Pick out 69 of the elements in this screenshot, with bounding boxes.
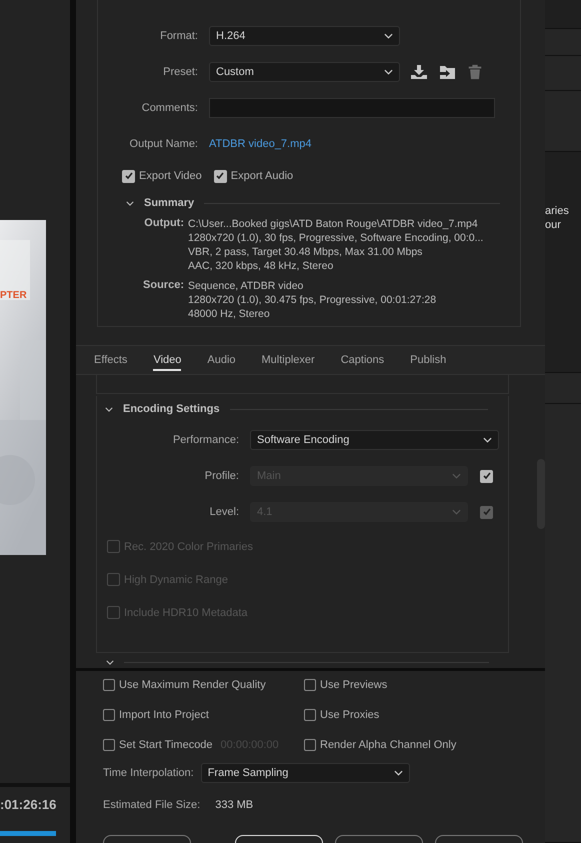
output-name-link[interactable]: ATDBR video_7.mp4 bbox=[209, 138, 312, 150]
tab[interactable]: Multiplexer bbox=[262, 350, 315, 370]
section-title: Encoding Settings bbox=[123, 403, 220, 415]
preset-dropdown[interactable]: Custom bbox=[209, 62, 400, 82]
checkbox[interactable] bbox=[214, 170, 227, 182]
panel-text: our bbox=[545, 218, 562, 232]
summary-text: 48000 Hz, Stereo bbox=[188, 307, 271, 321]
checkbox-label: Set Start Timecode bbox=[119, 739, 213, 751]
chevron-down-icon bbox=[483, 437, 492, 443]
summary-text: 1280x720 (1.0), 30.475 fps, Progressive, 00:01:27:28 bbox=[188, 293, 436, 307]
chevron-down-icon bbox=[452, 473, 461, 479]
checkmark-icon bbox=[482, 507, 492, 517]
field-label: Preset: bbox=[162, 66, 198, 78]
dropdown[interactable]: Software Encoding bbox=[250, 430, 499, 450]
checkbox[interactable] bbox=[122, 170, 135, 182]
checkbox-label: Render Alpha Channel Only bbox=[320, 739, 456, 751]
tab[interactable]: Audio bbox=[207, 350, 236, 370]
summary-text: AAC, 320 kbps, 48 kHz, Stereo bbox=[188, 259, 334, 273]
field-label: Output Name: bbox=[128, 138, 198, 150]
comments-field[interactable] bbox=[209, 98, 495, 118]
summary-label: Source: bbox=[142, 279, 185, 293]
chevron-icon[interactable] bbox=[105, 406, 113, 412]
summary-text: 1280x720 (1.0), 30 fps, Progressive, Software Encoding, 00:0... bbox=[188, 231, 484, 245]
checkbox-label: Use Previews bbox=[320, 679, 388, 691]
checkmark-icon bbox=[215, 171, 226, 181]
summary-label: Output: bbox=[143, 217, 185, 231]
timecode: :01:26:16 bbox=[0, 797, 56, 812]
tab[interactable]: Effects bbox=[94, 350, 128, 370]
checkbox[interactable] bbox=[304, 679, 316, 691]
chevron-down-icon bbox=[384, 33, 393, 39]
checkbox-label: Export Video bbox=[139, 170, 202, 182]
checkbox-label: Use Maximum Render Quality bbox=[119, 679, 266, 691]
checkbox-label: Export Audio bbox=[230, 170, 294, 182]
overlay-text: PTER bbox=[0, 290, 27, 301]
field-label: Level: bbox=[208, 506, 239, 518]
tab[interactable]: Publish bbox=[410, 350, 446, 370]
field-label: Performance: bbox=[172, 434, 239, 446]
checkbox[interactable] bbox=[103, 709, 115, 721]
chevron-down-icon bbox=[394, 770, 403, 776]
chevron-icon[interactable] bbox=[106, 660, 114, 664]
tab[interactable]: Video bbox=[153, 350, 182, 370]
file-size-value: 333 MB bbox=[215, 799, 254, 811]
field-label: Format: bbox=[159, 30, 198, 42]
checkbox-label: Import Into Project bbox=[119, 709, 209, 721]
checkbox[interactable] bbox=[103, 739, 115, 751]
checkmark-icon bbox=[124, 171, 134, 181]
checkbox[interactable] bbox=[304, 739, 316, 751]
field-label: Profile: bbox=[204, 470, 239, 482]
field-label: Comments: bbox=[140, 102, 198, 114]
checkbox[interactable] bbox=[304, 709, 316, 721]
chevron-icon[interactable] bbox=[126, 200, 134, 206]
summary-text: Sequence, ATDBR video bbox=[188, 279, 304, 293]
tab[interactable]: Captions bbox=[340, 350, 384, 370]
checkbox-label: Use Proxies bbox=[320, 709, 380, 721]
panel-text: aries bbox=[545, 204, 570, 218]
checkbox[interactable] bbox=[103, 679, 115, 691]
summary-text: C:\User...Booked gigs\ATD Baton Rouge\ATDBR video_7.mp4 bbox=[188, 217, 479, 231]
field-label: Time Interpolation: bbox=[103, 767, 194, 779]
format-dropdown[interactable]: H.264 bbox=[209, 26, 400, 46]
checkmark-icon bbox=[482, 471, 492, 481]
summary-text: VBR, 2 pass, Target 30.48 Mbps, Max 31.00 Mbps bbox=[188, 245, 424, 259]
download-icon[interactable] bbox=[410, 64, 428, 80]
chevron-down-icon bbox=[384, 69, 393, 75]
folder-import-icon[interactable] bbox=[438, 64, 456, 80]
trash-icon[interactable] bbox=[466, 64, 484, 80]
time-interpolation-dropdown[interactable]: Frame Sampling bbox=[200, 763, 410, 783]
section-title: Summary bbox=[144, 197, 194, 209]
field-label: Estimated File Size: bbox=[103, 799, 200, 811]
chevron-down-icon bbox=[452, 509, 461, 515]
